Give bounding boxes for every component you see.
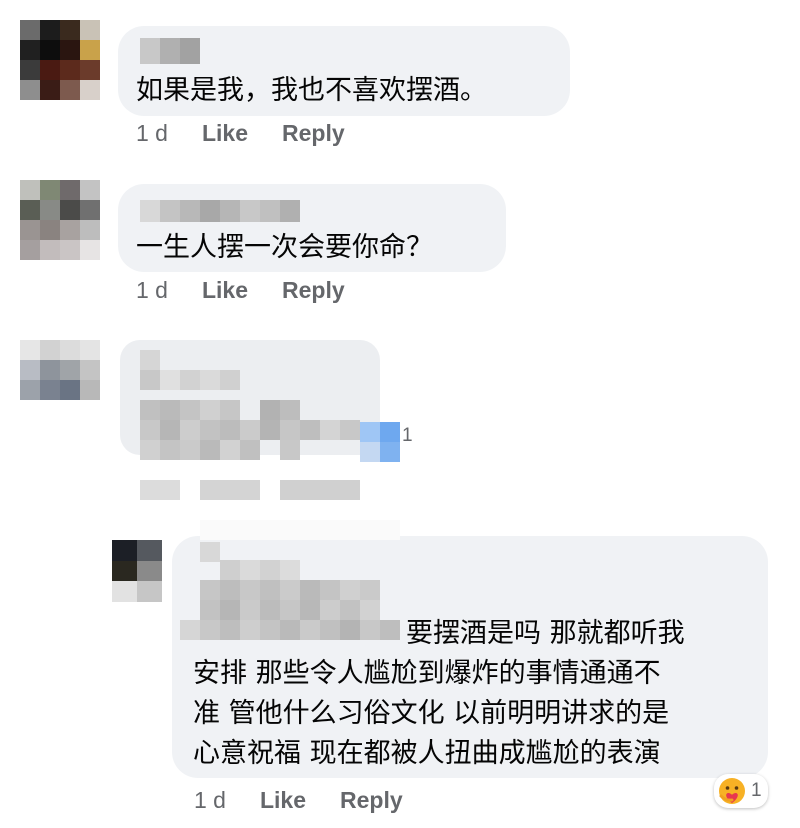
pixelated-reply-author[interactable]	[180, 520, 410, 650]
reaction-count: 1	[402, 425, 413, 446]
reply-timestamp[interactable]: 1 d	[194, 787, 226, 814]
comment-text: 一生人摆一次会要你命？	[136, 232, 433, 263]
reaction-count: 1	[751, 780, 762, 801]
like-button[interactable]: Like	[260, 787, 306, 814]
reply-actions: 1 d Like Reply	[194, 787, 437, 814]
reply-text-line: 准 管他什么习俗文化 以前明明讲求的是	[193, 698, 670, 729]
like-button[interactable]: Like	[202, 120, 248, 147]
commenter-name[interactable]	[140, 38, 200, 64]
commenter-name[interactable]	[140, 200, 300, 222]
reaction-count-badge[interactable]: 1	[714, 774, 768, 808]
commenter-avatar[interactable]	[20, 180, 100, 260]
reply-text-line: 安排 那些令人尴尬到爆炸的事情通通不	[193, 658, 661, 689]
comment-actions: 1 d Like Reply	[136, 277, 379, 304]
pixelated-comment	[100, 340, 400, 505]
commenter-avatar[interactable]	[20, 20, 100, 100]
comment-timestamp[interactable]: 1 d	[136, 277, 168, 304]
reply-text-line: 要摆酒是吗 那就都听我	[406, 618, 685, 649]
like-button[interactable]: Like	[202, 277, 248, 304]
comment-actions: 1 d Like Reply	[136, 120, 379, 147]
reply-button[interactable]: Reply	[282, 277, 345, 304]
comment-text: 如果是我，我也不喜欢摆酒。	[136, 75, 487, 106]
reply-button[interactable]: Reply	[340, 787, 403, 814]
reply-button[interactable]: Reply	[282, 120, 345, 147]
care-reaction-icon	[717, 776, 747, 806]
reply-avatar[interactable]	[112, 540, 162, 602]
reaction-count-badge[interactable]: 1	[398, 423, 419, 449]
comment-timestamp[interactable]: 1 d	[136, 120, 168, 147]
commenter-avatar[interactable]	[20, 340, 100, 400]
reply-text-line: 心意祝福 现在都被人扭曲成尴尬的表演	[193, 738, 661, 769]
